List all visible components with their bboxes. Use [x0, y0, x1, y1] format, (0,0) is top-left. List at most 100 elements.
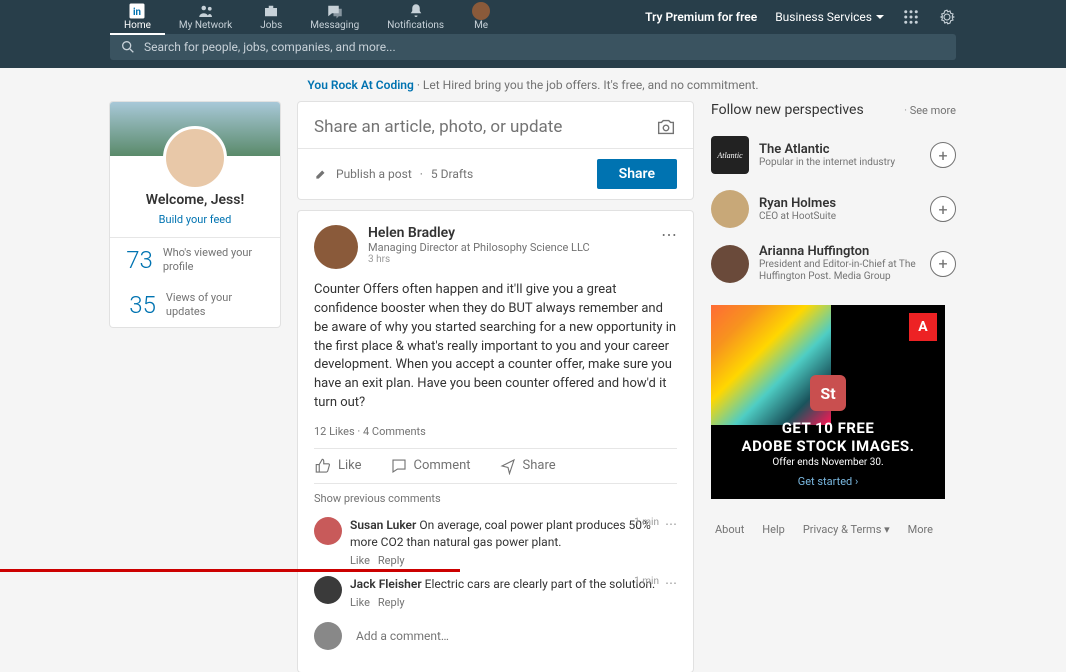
share-button[interactable]: Share: [597, 159, 677, 189]
follow-sub: Popular in the internet industry: [759, 157, 920, 169]
follow-avatar[interactable]: [711, 245, 749, 283]
build-feed-link[interactable]: Build your feed: [159, 213, 232, 226]
promo-banner: You Rock At Coding · Let Hired bring you…: [0, 68, 1066, 102]
search-icon: [120, 39, 136, 55]
post-menu[interactable]: ⋯: [661, 225, 677, 244]
edit-icon: [314, 167, 328, 181]
me-avatar: [472, 2, 490, 20]
linkedin-icon: in: [128, 2, 146, 20]
settings-icon[interactable]: [938, 8, 956, 26]
ad-banner[interactable]: A St GET 10 FREE ADOBE STOCK IMAGES. Off…: [711, 305, 945, 499]
comment-time: 1 min: [634, 517, 659, 528]
ad-offer: Offer ends November 30.: [711, 457, 945, 468]
nav-network[interactable]: My Network: [165, 0, 246, 35]
comment-like[interactable]: Like: [350, 596, 370, 609]
follow-item: Ryan HolmesCEO at HootSuite +: [711, 182, 956, 236]
profile-avatar[interactable]: [163, 126, 227, 190]
nav-messaging[interactable]: Messaging: [296, 0, 373, 35]
follow-sub: President and Editor-in-Chief at The Huf…: [759, 259, 920, 283]
comment-item: Jack Fleisher Electric cars are clearly …: [314, 572, 677, 614]
premium-link[interactable]: Try Premium for free: [645, 10, 757, 24]
nav-home[interactable]: in Home: [110, 0, 165, 35]
cover-photo: [110, 102, 280, 156]
camera-icon[interactable]: [655, 116, 677, 138]
briefcase-icon: [262, 2, 280, 20]
follow-name[interactable]: The Atlantic: [759, 142, 920, 157]
comment-reply[interactable]: Reply: [378, 596, 405, 609]
see-more-link[interactable]: See more: [910, 104, 956, 117]
publish-link[interactable]: Publish a post: [336, 167, 412, 181]
show-previous-comments[interactable]: Show previous comments: [314, 484, 677, 513]
footer-help[interactable]: Help: [762, 523, 785, 536]
bell-icon: [407, 2, 425, 20]
footer-privacy[interactable]: Privacy & Terms ▾: [803, 523, 890, 536]
messaging-icon: [326, 2, 344, 20]
ad-headline: ADOBE STOCK IMAGES.: [711, 437, 945, 455]
comment-avatar[interactable]: [314, 576, 342, 604]
nav-notifications[interactable]: Notifications: [373, 0, 458, 35]
stat-profile-views[interactable]: 73 Who's viewed your profile: [110, 238, 280, 283]
follow-add-button[interactable]: +: [930, 251, 956, 277]
follow-avatar[interactable]: [711, 190, 749, 228]
follow-item: Atlantic The AtlanticPopular in the inte…: [711, 128, 956, 182]
comment-button[interactable]: Comment: [390, 457, 471, 475]
footer-about[interactable]: About: [715, 523, 744, 536]
comment-author[interactable]: Susan Luker: [350, 518, 416, 532]
follow-name[interactable]: Ryan Holmes: [759, 196, 920, 211]
follow-sub: CEO at HootSuite: [759, 211, 920, 223]
post-author-avatar[interactable]: [314, 225, 358, 269]
comment-item: Susan Luker On average, coal power plant…: [314, 513, 677, 572]
top-nav: in Home My Network Jobs Messaging Notifi…: [0, 0, 1066, 34]
comment-text: Electric cars are clearly part of the so…: [425, 577, 656, 591]
chevron-down-icon: [876, 13, 884, 21]
comment-time: 1 min: [634, 576, 659, 587]
share-box: Share an article, photo, or update Publi…: [298, 102, 693, 199]
share-prompt[interactable]: Share an article, photo, or update: [314, 117, 562, 137]
comment-avatar[interactable]: [314, 517, 342, 545]
comment-menu[interactable]: ⋯: [665, 517, 677, 531]
welcome-text: Welcome, Jess!: [118, 192, 272, 208]
ad-headline: GET 10 FREE: [711, 419, 945, 437]
people-icon: [197, 2, 215, 20]
follow-add-button[interactable]: +: [930, 196, 956, 222]
post-author-headline: Managing Director at Philosophy Science …: [368, 241, 590, 254]
post-time: 3 hrs: [368, 254, 590, 265]
svg-text:in: in: [133, 6, 141, 17]
adobe-logo: A: [909, 313, 937, 341]
apps-icon[interactable]: [902, 8, 920, 26]
share-post-button[interactable]: Share: [499, 457, 556, 475]
add-comment-input[interactable]: [350, 623, 677, 649]
post-author-name[interactable]: Helen Bradley: [368, 225, 590, 241]
business-dropdown[interactable]: Business Services: [775, 10, 884, 24]
comment-reply[interactable]: Reply: [378, 554, 405, 567]
footer-more[interactable]: More: [908, 523, 933, 536]
comment-author[interactable]: Jack Fleisher: [350, 577, 422, 591]
thumbs-up-icon: [314, 457, 332, 475]
stat-update-views[interactable]: 35 Views of your updates: [110, 283, 280, 328]
follow-add-button[interactable]: +: [930, 142, 956, 168]
follow-title: Follow new perspectives: [711, 102, 864, 118]
follow-item: Arianna HuffingtonPresident and Editor-i…: [711, 236, 956, 291]
like-button[interactable]: Like: [314, 457, 362, 475]
promo-link[interactable]: You Rock At Coding: [307, 78, 413, 92]
nav-jobs[interactable]: Jobs: [246, 0, 296, 35]
profile-card: Welcome, Jess! Build your feed 73 Who's …: [110, 102, 280, 327]
comment-menu[interactable]: ⋯: [665, 576, 677, 590]
follow-logo[interactable]: Atlantic: [711, 136, 749, 174]
comment-icon: [390, 457, 408, 475]
nav-me[interactable]: Me: [458, 0, 504, 35]
drafts-separator: ·: [420, 167, 423, 181]
search-input[interactable]: [144, 40, 946, 54]
follow-name[interactable]: Arianna Huffington: [759, 244, 920, 259]
comment-like[interactable]: Like: [350, 554, 370, 567]
drafts-link[interactable]: 5 Drafts: [431, 167, 473, 181]
ad-cta[interactable]: Get started ›: [798, 475, 859, 488]
footer-links: About Help Privacy & Terms ▾ More: [711, 523, 956, 536]
my-avatar: [314, 622, 342, 650]
post-stats[interactable]: 12 Likes · 4 Comments: [314, 425, 677, 438]
stock-icon: St: [810, 375, 846, 411]
search-bar: [0, 34, 1066, 68]
feed-post: Helen Bradley Managing Director at Philo…: [298, 211, 693, 672]
share-icon: [499, 457, 517, 475]
post-body: Counter Offers often happen and it'll gi…: [314, 281, 677, 413]
